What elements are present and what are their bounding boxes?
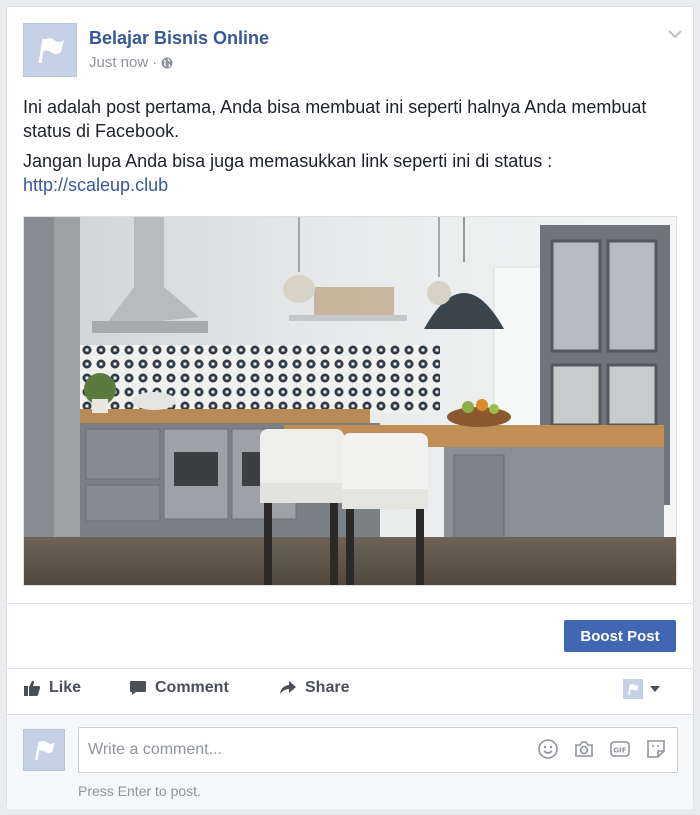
post-paragraph-2: Jangan lupa Anda bisa juga memasukkan li…: [23, 149, 683, 197]
share-label: Share: [305, 679, 350, 696]
commenter-avatar: [23, 729, 65, 771]
share-arrow-icon: [280, 681, 296, 694]
post-paragraph-2-text: Jangan lupa Anda bisa juga memasukkan li…: [23, 151, 553, 171]
share-button[interactable]: Share: [279, 679, 349, 697]
comment-input[interactable]: Write a comment... GIF: [78, 727, 678, 773]
action-bar: Like Comment Share: [7, 670, 693, 714]
post-link[interactable]: http://scaleup.club: [23, 175, 168, 195]
post-paragraph-1: Ini adalah post pertama, Anda bisa membu…: [23, 97, 647, 141]
comment-label: Comment: [155, 679, 229, 696]
post-as-avatar: [623, 679, 643, 699]
boost-divider-top: [7, 603, 693, 604]
kitchen-photo: [24, 217, 676, 585]
svg-text:GIF: GIF: [613, 747, 626, 755]
comment-placeholder: Write a comment...: [88, 741, 222, 758]
camera-icon[interactable]: [573, 738, 595, 760]
globe-icon[interactable]: [161, 57, 173, 69]
comment-bubble-icon: [130, 681, 146, 695]
like-button[interactable]: Like: [23, 679, 81, 697]
post-options-chevron-icon[interactable]: [667, 27, 683, 45]
chevron-down-icon: [650, 686, 660, 692]
post-header: Belajar Bisnis Online Just now ·: [23, 23, 682, 83]
actions-divider-top: [7, 668, 693, 669]
emoji-icon[interactable]: [537, 738, 559, 760]
flag-icon: [628, 684, 639, 695]
sticker-icon[interactable]: [645, 738, 667, 760]
comment-section: Write a comment... GIF Press Enter to po…: [7, 714, 693, 809]
comment-button[interactable]: Comment: [129, 679, 229, 697]
flag-icon: [35, 740, 55, 761]
flag-icon: [38, 38, 64, 64]
page-name[interactable]: Belajar Bisnis Online: [89, 28, 269, 49]
comment-tools: GIF: [537, 738, 667, 760]
gif-icon[interactable]: GIF: [609, 738, 631, 760]
page-avatar[interactable]: [23, 23, 77, 77]
post-meta: Just now ·: [89, 54, 173, 71]
meta-separator: ·: [152, 54, 158, 71]
post-photo[interactable]: [23, 216, 677, 586]
timestamp[interactable]: Just now: [89, 54, 148, 71]
like-label: Like: [49, 679, 82, 696]
post-body: Ini adalah post pertama, Anda bisa membu…: [23, 95, 683, 203]
post-as-selector[interactable]: [623, 679, 661, 699]
post-card: Belajar Bisnis Online Just now · Ini ada…: [6, 6, 694, 809]
comment-hint: Press Enter to post.: [78, 783, 201, 799]
boost-post-button[interactable]: Boost Post: [564, 620, 676, 652]
thumbs-up-icon: [24, 680, 41, 696]
